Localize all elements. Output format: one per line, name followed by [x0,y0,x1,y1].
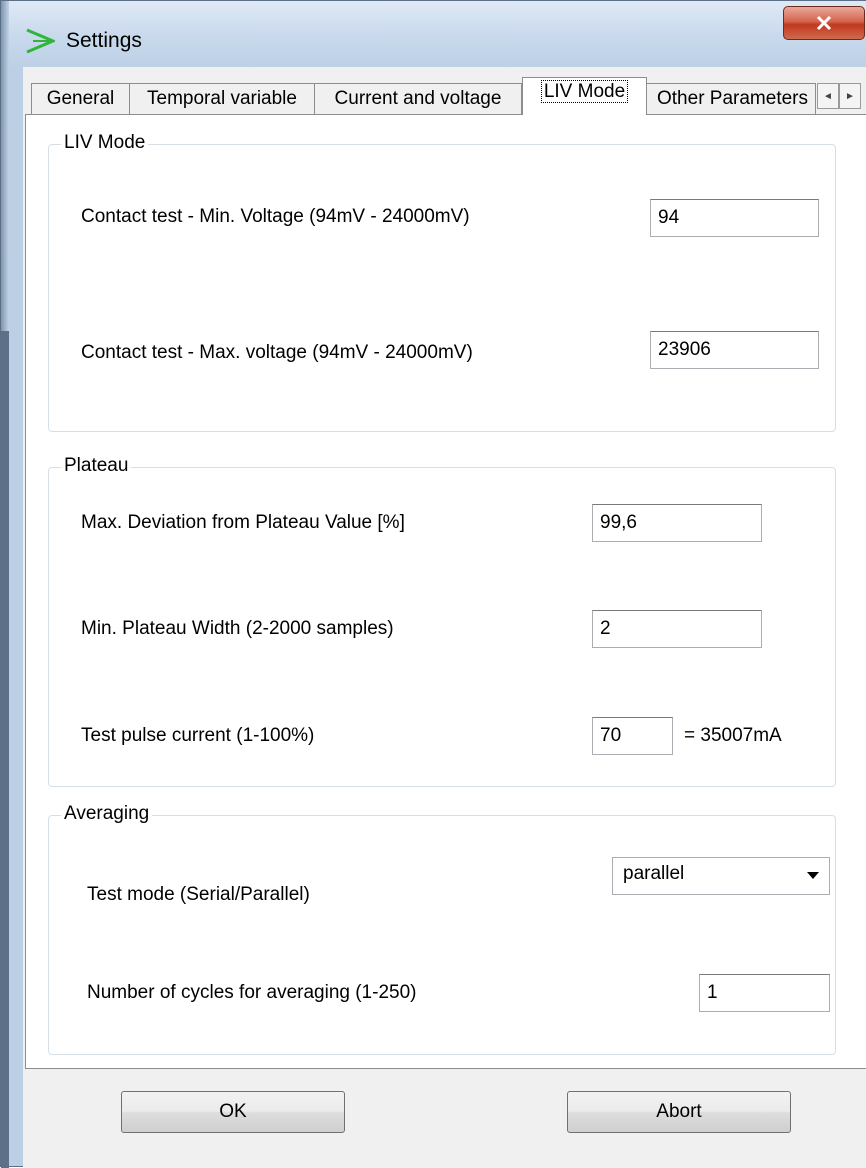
test-pulse-current-result: = 35007mA [684,725,782,746]
ok-button[interactable]: OK [121,1091,345,1133]
window-title: Settings [66,29,142,52]
averaging-group: Averaging [48,804,836,1055]
test-mode-value: parallel [623,863,685,884]
tab-general[interactable]: General [31,83,130,114]
close-button[interactable] [783,6,865,40]
max-deviation-input[interactable] [592,504,762,542]
tab-liv-mode[interactable]: LIV Mode [522,77,647,115]
plateau-group-label: Plateau [61,456,132,476]
max-voltage-label: Contact test - Max. voltage (94mV - 2400… [81,342,473,363]
tab-strip: General Temporal variable Current and vo… [23,67,866,115]
max-deviation-label: Max. Deviation from Plateau Value [%] [81,512,405,533]
averaging-cycles-label: Number of cycles for averaging (1-250) [87,982,417,1003]
liv-mode-group: LIV Mode [48,133,836,432]
tab-scroll-left-icon[interactable]: ◄ [817,83,839,109]
app-arrow-icon [26,28,55,54]
liv-mode-panel: LIV Mode Contact test - Min. Voltage (94… [25,114,866,1069]
averaging-group-label: Averaging [61,804,153,824]
tab-current-and-voltage[interactable]: Current and voltage [314,83,522,114]
test-pulse-current-label: Test pulse current (1-100%) [81,725,315,746]
dropdown-arrow-icon [807,872,819,879]
settings-window: Settings General Temporal variable Curre… [0,0,866,1168]
abort-button[interactable]: Abort [567,1091,791,1133]
test-pulse-current-input[interactable] [592,717,673,755]
test-mode-label: Test mode (Serial/Parallel) [87,884,310,905]
dialog-client-area: General Temporal variable Current and vo… [23,67,866,1168]
tab-temporal-variable[interactable]: Temporal variable [129,83,315,114]
window-left-edge [1,1,9,1168]
min-voltage-input[interactable] [650,199,819,237]
title-bar[interactable]: Settings [9,1,866,67]
min-plateau-width-input[interactable] [592,610,762,648]
test-mode-select[interactable]: parallel [612,857,830,895]
tab-liv-mode-label: LIV Mode [540,80,629,103]
liv-mode-group-label: LIV Mode [61,133,149,153]
averaging-cycles-input[interactable] [699,974,830,1012]
tab-scroll-right-icon[interactable]: ► [839,83,861,109]
max-voltage-input[interactable] [650,331,819,369]
tab-other-parameters[interactable]: Other Parameters [646,83,816,114]
min-voltage-label: Contact test - Min. Voltage (94mV - 2400… [81,206,470,227]
close-icon [816,15,832,31]
min-plateau-width-label: Min. Plateau Width (2-2000 samples) [81,618,394,639]
